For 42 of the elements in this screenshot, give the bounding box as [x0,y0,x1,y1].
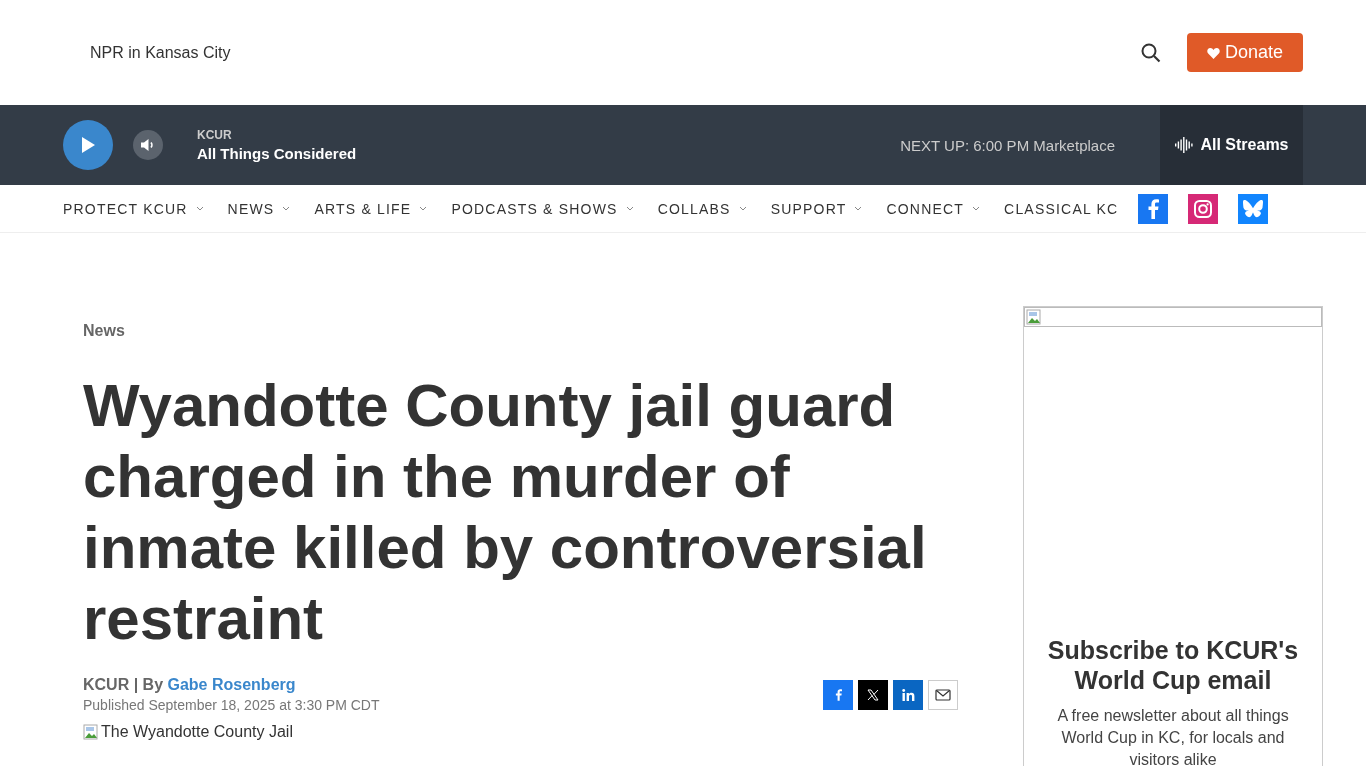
volume-button[interactable] [133,130,163,160]
nav-menu-item[interactable]: PROTECT KCUR [63,200,204,217]
heart-icon [1206,46,1220,59]
nav-menu-item[interactable]: SUPPORT [770,200,863,217]
nav-menu-item[interactable]: PODCASTS & SHOWS [451,200,634,217]
image-alt-text: The Wyandotte County Jail [101,723,293,741]
share-button[interactable] [858,679,888,710]
next-up-text: NEXT UP: 6:00 PM Marketplace [900,136,1115,154]
newsletter-description: A free newsletter about all things World Cup in KC, for locals and visitors alike [1056,706,1290,768]
donate-button[interactable]: Donate [1186,33,1303,72]
all-streams-button[interactable]: All Streams [1160,105,1303,185]
social-link[interactable] [1138,193,1169,224]
x-logo-icon [867,688,879,701]
nav-menu-item[interactable]: CONNECT [886,200,981,217]
nav-menu-item[interactable]: COLLABS [657,200,747,217]
newsletter-title: Subscribe to KCUR's World Cup email [1046,635,1300,695]
butterfly-icon [1243,199,1264,218]
publish-date: Published September 18, 2025 at 3:30 PM CDT [83,697,380,713]
byline: KCUR | By Gabe Rosenberg [83,676,297,694]
nav-menu-item[interactable]: ARTS & LIFE [314,200,428,217]
linkedin-icon [901,688,915,701]
section-label: News [83,322,126,340]
broken-image-icon [83,724,99,740]
email-icon [935,688,951,701]
speaker-icon [140,138,156,152]
play-button[interactable] [63,120,113,170]
social-link[interactable] [1238,193,1269,224]
sound-wave-icon [1174,136,1195,154]
show-title: All Things Considered [197,145,358,162]
social-link[interactable] [1188,193,1219,224]
article-title: Wyandotte County jail guard charged in the murder of inmate killed by controversial restraint [83,371,928,654]
nav-menu-item[interactable]: NEWS [227,200,291,217]
play-icon [81,137,95,153]
nav-menu-item[interactable]: CLASSICAL KC [1004,200,1119,217]
broken-image-icon [1026,309,1042,325]
search-icon [1140,42,1161,63]
author-link[interactable]: Gabe Rosenberg [167,676,296,693]
facebook-icon [834,688,842,701]
instagram-icon [1193,198,1214,219]
facebook-icon [1147,198,1160,219]
station-name: KCUR [197,128,233,142]
site-tagline: NPR in Kansas City [90,43,231,62]
